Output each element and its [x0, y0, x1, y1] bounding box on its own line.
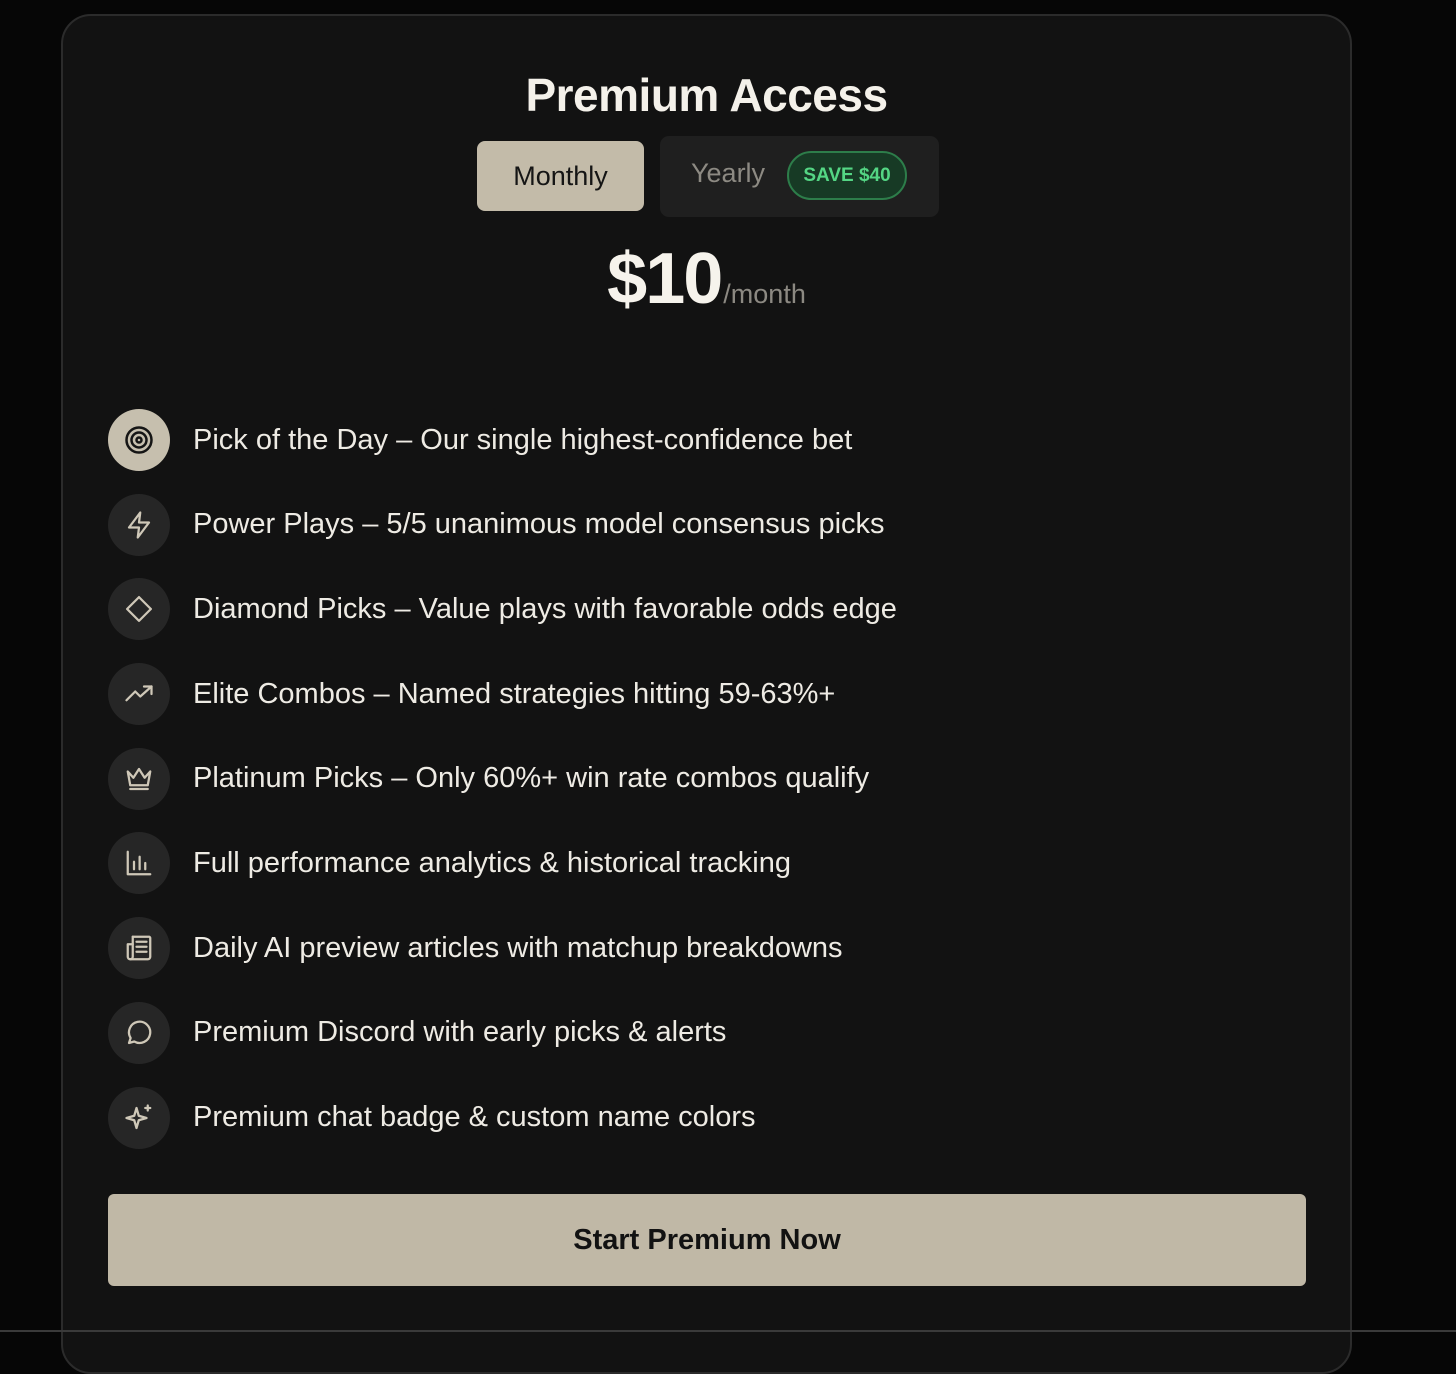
- feature-item-discord: Premium Discord with early picks & alert…: [108, 1001, 1208, 1065]
- feature-item-diamond-picks: Diamond Picks – Value plays with favorab…: [108, 577, 1208, 641]
- feature-label: Premium chat badge & custom name colors: [193, 1101, 756, 1133]
- yearly-label: Yearly: [691, 158, 766, 188]
- newspaper-icon: [108, 917, 170, 980]
- yearly-toggle-button[interactable]: Yearly SAVE $40: [660, 136, 939, 217]
- price-amount: $10: [607, 239, 723, 319]
- pricing-card: Premium Access Monthly Yearly SAVE $40 $…: [61, 14, 1352, 1374]
- feature-item-power-plays: Power Plays – 5/5 unanimous model consen…: [108, 493, 1208, 557]
- feature-item-platinum-picks: Platinum Picks – Only 60%+ win rate comb…: [108, 747, 1208, 811]
- monthly-label: Monthly: [513, 160, 608, 191]
- feature-item-elite-combos: Elite Combos – Named strategies hitting …: [108, 662, 1208, 726]
- price-period: /month: [723, 279, 806, 309]
- target-icon: [108, 409, 170, 471]
- price-display: $10/month: [63, 238, 1350, 320]
- lightning-icon: [108, 493, 170, 556]
- feature-label: Full performance analytics & historical …: [193, 846, 791, 879]
- feature-item-chat-badge: Premium chat badge & custom name colors: [108, 1086, 1208, 1150]
- trending-up-icon: [108, 663, 170, 726]
- start-premium-label: Start Premium Now: [573, 1223, 841, 1256]
- save-badge: SAVE $40: [787, 151, 907, 200]
- feature-label: Daily AI preview articles with matchup b…: [193, 931, 843, 964]
- feature-item-pick-of-the-day: Pick of the Day – Our single highest-con…: [108, 408, 1208, 472]
- feature-label: Platinum Picks – Only 60%+ win rate comb…: [193, 762, 870, 795]
- sparkles-icon: [108, 1086, 170, 1149]
- feature-label: Pick of the Day – Our single highest-con…: [193, 423, 853, 456]
- feature-label: Premium Discord with early picks & alert…: [193, 1016, 727, 1049]
- message-circle-icon: [108, 1001, 170, 1064]
- card-title: Premium Access: [525, 69, 888, 121]
- feature-list: Pick of the Day – Our single highest-con…: [108, 408, 1208, 1170]
- feature-label: Elite Combos – Named strategies hitting …: [193, 677, 836, 710]
- divider: [0, 1330, 1456, 1332]
- start-premium-button[interactable]: Start Premium Now: [108, 1194, 1306, 1286]
- feature-item-analytics: Full performance analytics & historical …: [108, 831, 1208, 895]
- feature-label: Diamond Picks – Value plays with favorab…: [193, 592, 897, 625]
- bar-chart-icon: [108, 832, 170, 895]
- crown-icon: [108, 747, 170, 810]
- diamond-icon: [108, 578, 170, 641]
- monthly-toggle-button[interactable]: Monthly: [477, 141, 644, 211]
- feature-item-preview-articles: Daily AI preview articles with matchup b…: [108, 916, 1208, 980]
- feature-label: Power Plays – 5/5 unanimous model consen…: [193, 508, 885, 541]
